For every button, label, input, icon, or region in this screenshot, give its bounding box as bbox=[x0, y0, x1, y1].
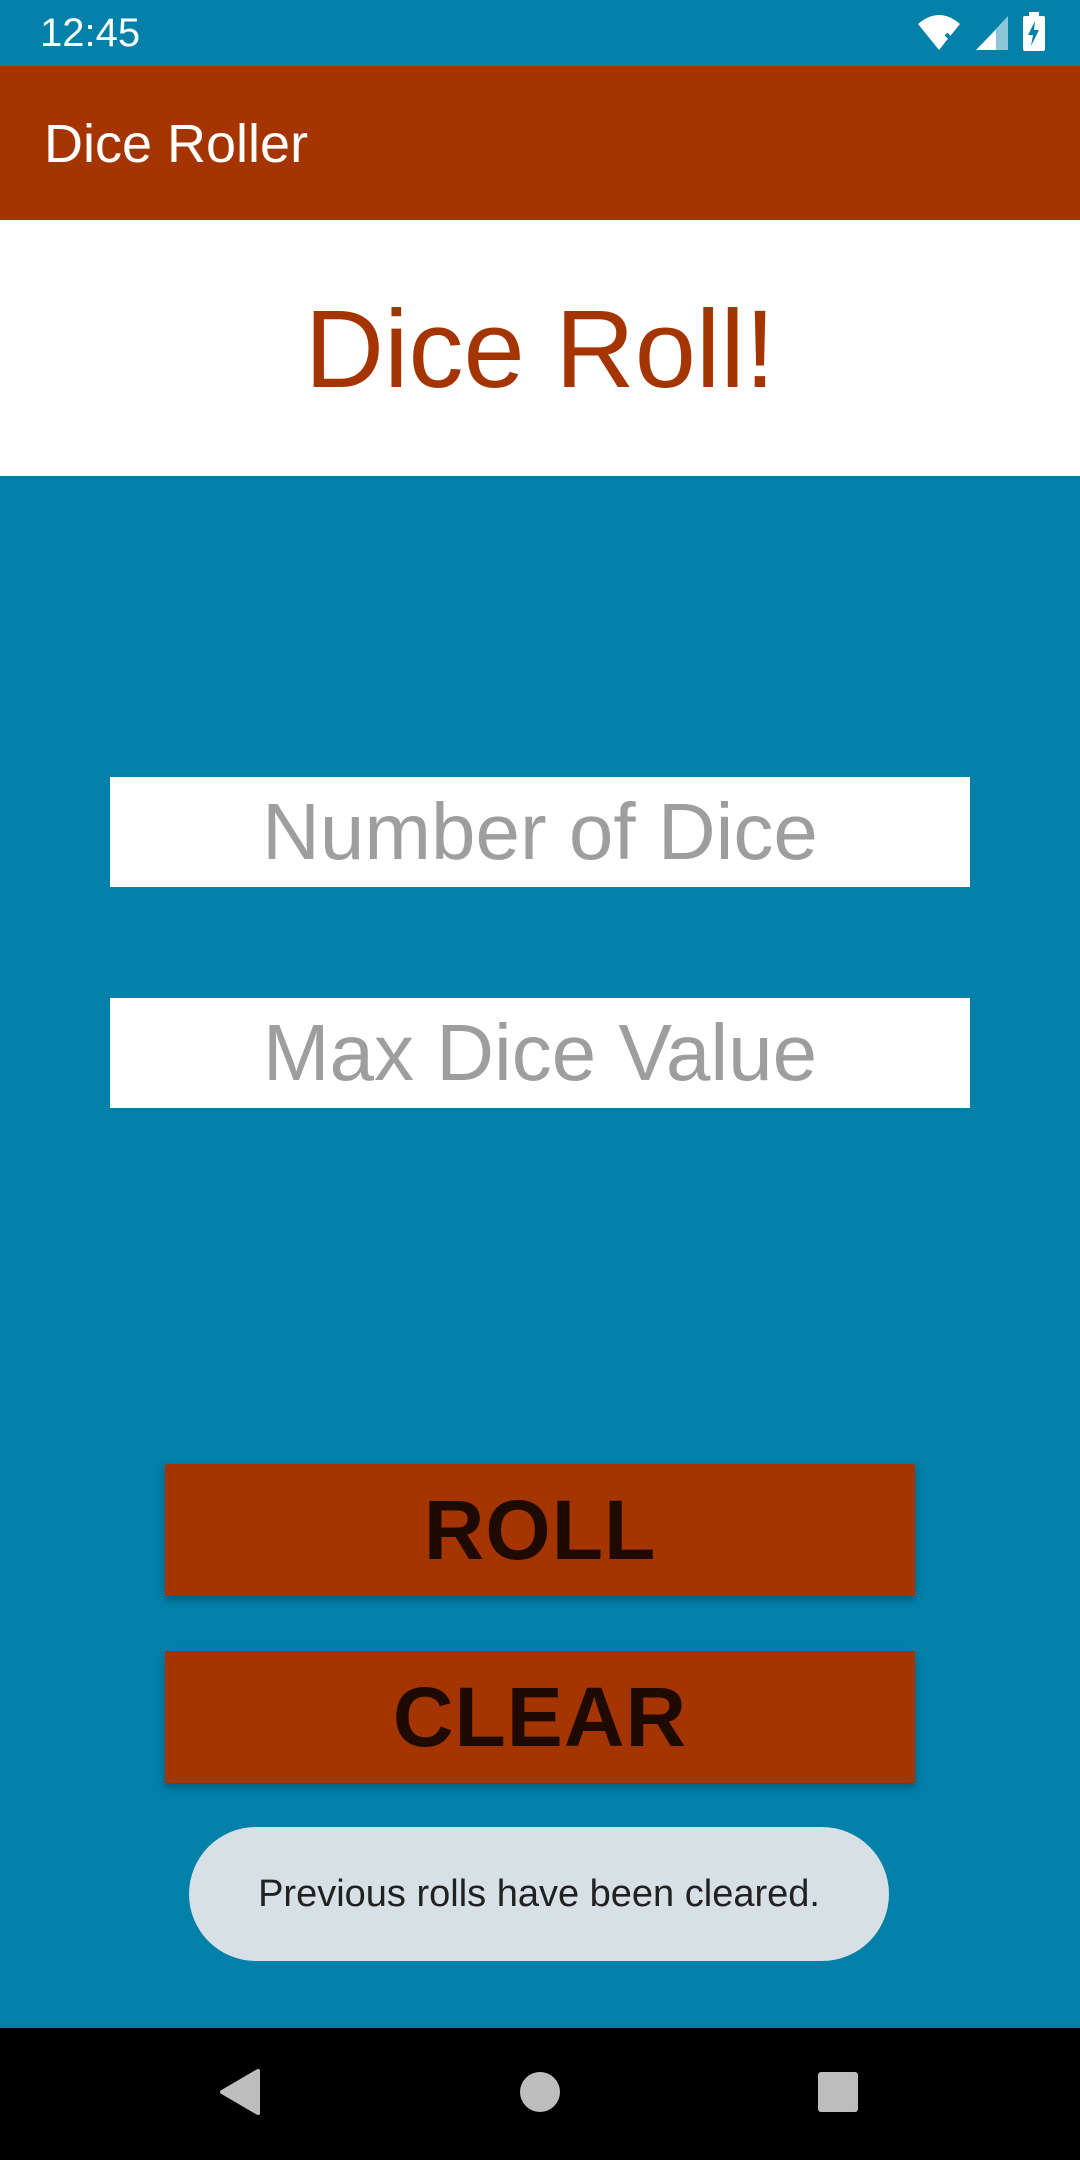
back-button[interactable] bbox=[200, 2054, 280, 2134]
status-time: 12:45 bbox=[40, 11, 141, 55]
clear-button[interactable]: CLEAR bbox=[165, 1651, 915, 1783]
wifi-icon bbox=[916, 12, 962, 52]
cell-signal-icon bbox=[974, 12, 1010, 52]
home-icon bbox=[518, 2070, 562, 2119]
toast: Previous rolls have been cleared. bbox=[189, 1827, 889, 1961]
recents-button[interactable] bbox=[798, 2054, 878, 2134]
page-title: Dice Roll! bbox=[304, 288, 776, 411]
roll-button[interactable]: ROLL bbox=[165, 1464, 915, 1596]
max-dice-value-input[interactable] bbox=[110, 998, 970, 1108]
status-bar: 12:45 bbox=[0, 0, 1080, 66]
toast-message: Previous rolls have been cleared. bbox=[258, 1872, 820, 1915]
recents-icon bbox=[816, 2070, 860, 2119]
home-button[interactable] bbox=[500, 2054, 580, 2134]
app-title: Dice Roller bbox=[44, 114, 309, 174]
app-bar: Dice Roller bbox=[0, 66, 1080, 220]
status-icons bbox=[916, 12, 1046, 52]
battery-charging-icon bbox=[1022, 12, 1046, 52]
screen: 12:45 Dice Roller Dice Roll! Number of D… bbox=[0, 0, 1080, 2160]
number-of-dice-input[interactable] bbox=[110, 777, 970, 887]
header-panel: Dice Roll! bbox=[0, 220, 1080, 476]
navigation-bar bbox=[0, 2028, 1080, 2160]
back-icon bbox=[218, 2068, 262, 2121]
